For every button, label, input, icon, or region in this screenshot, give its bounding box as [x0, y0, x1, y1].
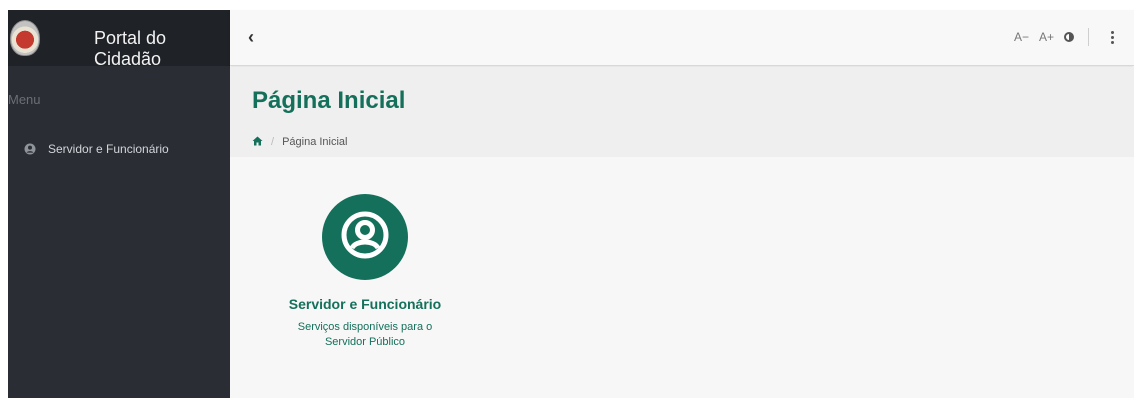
- top-bar: ‹ A− A+: [230, 10, 1134, 66]
- font-increase-button[interactable]: A+: [1039, 30, 1054, 44]
- font-decrease-button[interactable]: A−: [1014, 30, 1029, 44]
- breadcrumb-separator: /: [271, 136, 275, 148]
- sidebar-item-label: Servidor e Funcionário: [48, 142, 169, 156]
- contrast-toggle-icon[interactable]: [1064, 32, 1074, 42]
- sidebar-item-servidor[interactable]: Servidor e Funcionário: [8, 142, 230, 156]
- menu-heading: Menu: [8, 92, 41, 107]
- service-card-title: Servidor e Funcionário: [288, 296, 442, 312]
- service-card-description: Serviços disponíveis para o Servidor Púb…: [297, 321, 433, 348]
- collapse-sidebar-button[interactable]: ‹: [248, 26, 264, 48]
- breadcrumb: / Página Inicial: [252, 135, 348, 149]
- brand-title[interactable]: Portal do Cidadão: [94, 28, 230, 70]
- service-card-icon-circle: [322, 194, 408, 280]
- breadcrumb-current: Página Inicial: [282, 136, 348, 148]
- accessibility-tools: A− A+: [1004, 28, 1114, 46]
- sidebar: Portal do Cidadão Menu Servidor e Funcio…: [8, 10, 230, 398]
- user-circle-icon: [24, 143, 36, 155]
- service-card-servidor[interactable]: Servidor e Funcionário Serviços disponív…: [250, 194, 480, 350]
- coat-of-arms-logo[interactable]: [10, 20, 40, 56]
- page-header: Página Inicial / Página Inicial: [230, 67, 1134, 157]
- page-title: Página Inicial: [252, 87, 406, 114]
- user-circle-icon: [340, 210, 390, 265]
- more-options-icon[interactable]: [1111, 30, 1114, 44]
- brand-header: Portal do Cidadão: [8, 10, 230, 69]
- main-content: Servidor e Funcionário Serviços disponív…: [230, 157, 1134, 398]
- chevron-left-icon: ‹: [248, 27, 254, 47]
- toolbar-divider: [1088, 28, 1089, 46]
- home-icon[interactable]: [252, 135, 263, 149]
